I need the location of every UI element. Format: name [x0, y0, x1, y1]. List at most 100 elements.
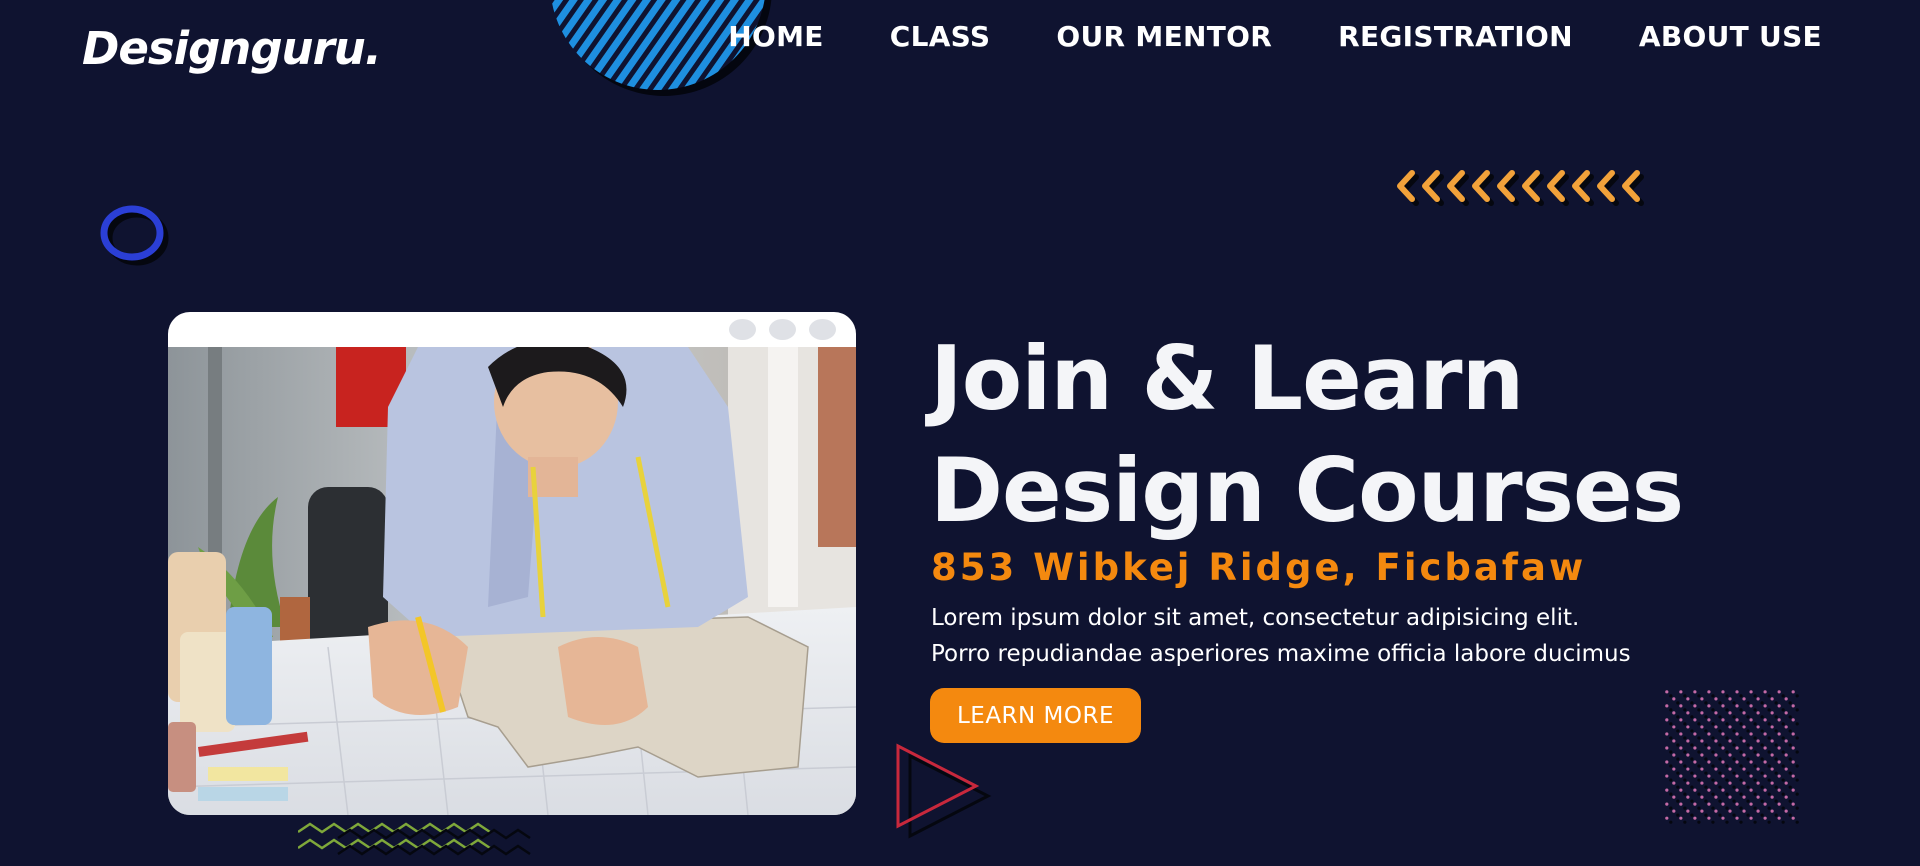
dot-shadow — [1683, 708, 1687, 712]
dot-shadow — [1774, 785, 1778, 789]
dot-shadow — [1683, 764, 1687, 768]
dot-shadow — [1683, 750, 1687, 754]
nav-item-our-mentor[interactable]: OUR MENTOR — [1056, 20, 1272, 53]
nav-item-class[interactable]: CLASS — [890, 20, 991, 53]
dot — [1665, 704, 1669, 708]
dot-shadow — [1795, 806, 1799, 810]
dot-shadow — [1781, 708, 1785, 712]
nav-item-about-use[interactable]: ABOUT USE — [1639, 20, 1822, 53]
dot — [1686, 725, 1690, 729]
brand-logo[interactable]: Designguru. — [82, 22, 382, 75]
dot-shadow — [1739, 722, 1743, 726]
nav-item-home[interactable]: HOME — [728, 20, 823, 53]
dot-shadow — [1732, 771, 1736, 775]
dot — [1777, 788, 1781, 792]
dot-shadow — [1732, 813, 1736, 817]
window-dot-icon — [769, 319, 796, 340]
dot-shadow — [1711, 764, 1715, 768]
dot-shadow — [1669, 750, 1673, 754]
dot — [1735, 774, 1739, 778]
dot-shadow — [1767, 722, 1771, 726]
dot — [1665, 760, 1669, 764]
dot-shadow — [1697, 806, 1701, 810]
dot-shadow — [1760, 771, 1764, 775]
dot-shadow — [1704, 715, 1708, 719]
dot — [1693, 816, 1697, 820]
dot-shadow — [1704, 757, 1708, 761]
dot-shadow — [1669, 722, 1673, 726]
dot — [1742, 711, 1746, 715]
dot — [1749, 802, 1753, 806]
dot-shadow — [1746, 799, 1750, 803]
dot-shadow — [1697, 694, 1701, 698]
dot-shadow — [1753, 694, 1757, 698]
dot-shadow — [1760, 729, 1764, 733]
dot-shadow — [1753, 750, 1757, 754]
dot-grid-decoration — [1665, 690, 1799, 824]
fashion-designer-photo — [168, 347, 856, 815]
dot — [1721, 718, 1725, 722]
dot — [1707, 690, 1711, 694]
dot-shadow — [1788, 701, 1792, 705]
dot-shadow — [1704, 701, 1708, 705]
dot-shadow — [1746, 701, 1750, 705]
dot — [1770, 795, 1774, 799]
dot — [1749, 774, 1753, 778]
dot — [1777, 774, 1781, 778]
dot — [1777, 760, 1781, 764]
dot-shadow — [1683, 778, 1687, 782]
dot — [1728, 725, 1732, 729]
dot-shadow — [1795, 694, 1799, 698]
dot-shadow — [1767, 708, 1771, 712]
dot-shadow — [1774, 743, 1778, 747]
dot-shadow — [1788, 729, 1792, 733]
dot-shadow — [1767, 792, 1771, 796]
dot — [1735, 816, 1739, 820]
dot-shadow — [1760, 785, 1764, 789]
dot-shadow — [1774, 799, 1778, 803]
dot-shadow — [1669, 736, 1673, 740]
dot — [1770, 753, 1774, 757]
dot — [1763, 732, 1767, 736]
dot — [1707, 788, 1711, 792]
dot-shadow — [1732, 743, 1736, 747]
learn-more-button[interactable]: LEARN MORE — [930, 688, 1141, 743]
dot — [1721, 802, 1725, 806]
hero-description-line-2: Porro repudiandae asperiores maxime offi… — [931, 641, 1631, 667]
dot-shadow — [1690, 743, 1694, 747]
dot-shadow — [1725, 820, 1729, 824]
dot — [1679, 760, 1683, 764]
dot — [1791, 746, 1795, 750]
dot — [1791, 788, 1795, 792]
dot — [1693, 760, 1697, 764]
dot-shadow — [1690, 799, 1694, 803]
dot-shadow — [1690, 813, 1694, 817]
dot — [1665, 802, 1669, 806]
dot-shadow — [1795, 708, 1799, 712]
dot-shadow — [1690, 757, 1694, 761]
nav-item-registration[interactable]: REGISTRATION — [1338, 20, 1573, 53]
dot — [1714, 711, 1718, 715]
dot-shadow — [1739, 792, 1743, 796]
dot-shadow — [1711, 722, 1715, 726]
dot — [1791, 774, 1795, 778]
dot-shadow — [1788, 785, 1792, 789]
dot — [1749, 732, 1753, 736]
dot — [1665, 788, 1669, 792]
dot-shadow — [1704, 743, 1708, 747]
ring-decoration — [100, 205, 169, 266]
dot — [1728, 711, 1732, 715]
dot — [1693, 802, 1697, 806]
dot — [1679, 788, 1683, 792]
dot — [1693, 788, 1697, 792]
dot — [1784, 781, 1788, 785]
dot-shadow — [1739, 694, 1743, 698]
dot-shadow — [1760, 799, 1764, 803]
dot-shadow — [1788, 813, 1792, 817]
dot — [1707, 802, 1711, 806]
dot — [1728, 781, 1732, 785]
dot — [1721, 774, 1725, 778]
dot — [1742, 795, 1746, 799]
dot-shadow — [1795, 778, 1799, 782]
dot — [1686, 711, 1690, 715]
